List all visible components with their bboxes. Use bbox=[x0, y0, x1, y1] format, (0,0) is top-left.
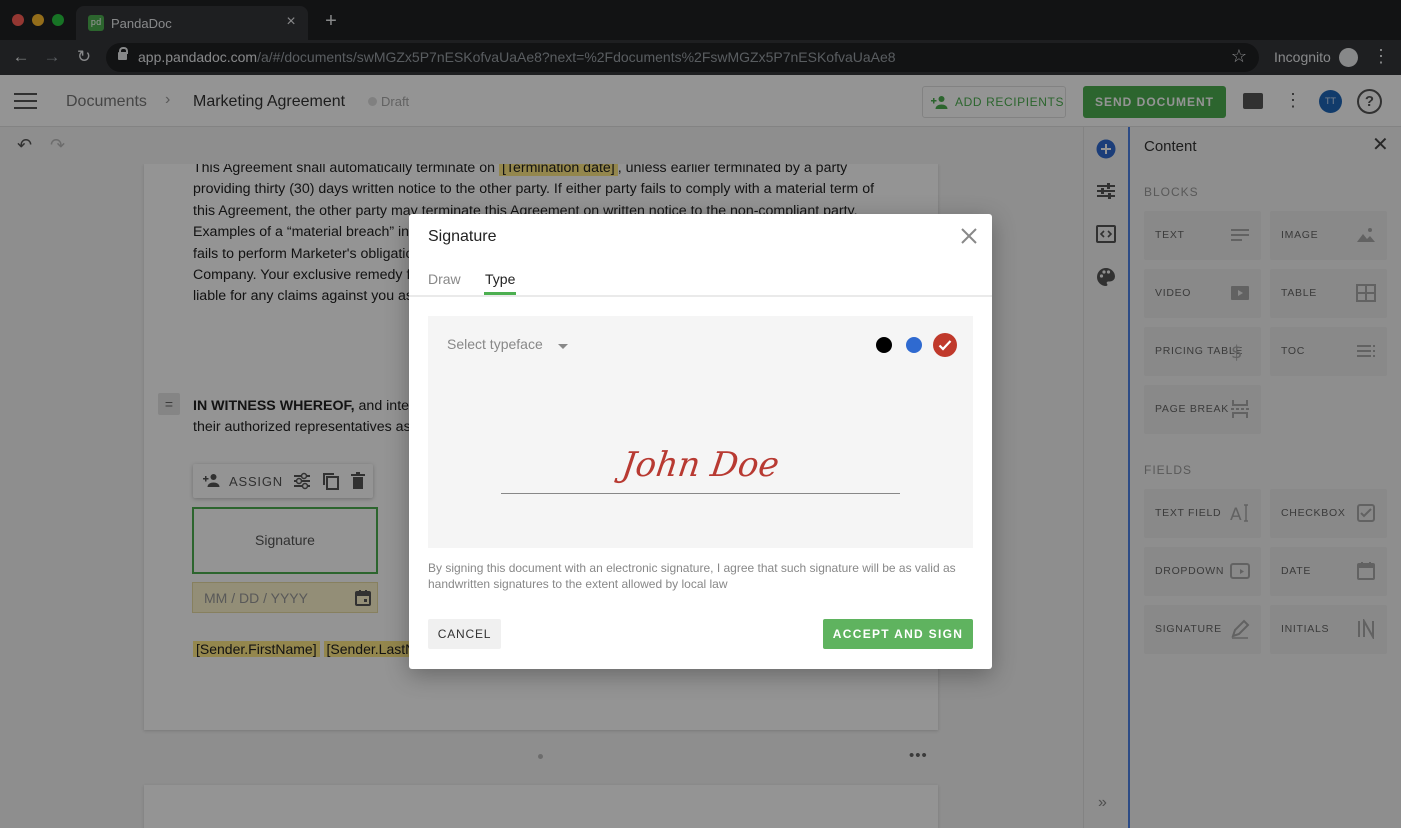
typed-signature: John Doe bbox=[619, 445, 782, 485]
accept-and-sign-button[interactable]: ACCEPT AND SIGN bbox=[823, 619, 973, 649]
tab-type[interactable]: Type bbox=[485, 271, 515, 287]
color-swatch-blue[interactable] bbox=[906, 337, 922, 353]
typeface-select[interactable]: Select typeface bbox=[447, 336, 543, 352]
chevron-down-icon[interactable] bbox=[558, 344, 568, 349]
signature-baseline bbox=[501, 493, 900, 494]
color-swatch-black[interactable] bbox=[876, 337, 892, 353]
close-icon[interactable] bbox=[959, 226, 979, 246]
signature-dialog: Signature Draw Type Select typeface John… bbox=[409, 214, 992, 669]
color-swatch-red-selected[interactable] bbox=[933, 333, 957, 357]
legal-disclaimer: By signing this document with an electro… bbox=[428, 561, 956, 591]
signature-preview-area: Select typeface John Doe bbox=[428, 316, 973, 548]
tab-draw[interactable]: Draw bbox=[428, 271, 461, 287]
cancel-button[interactable]: CANCEL bbox=[428, 619, 501, 649]
checkmark-icon bbox=[938, 340, 952, 351]
tab-divider bbox=[409, 295, 992, 297]
dialog-title: Signature bbox=[428, 228, 497, 245]
